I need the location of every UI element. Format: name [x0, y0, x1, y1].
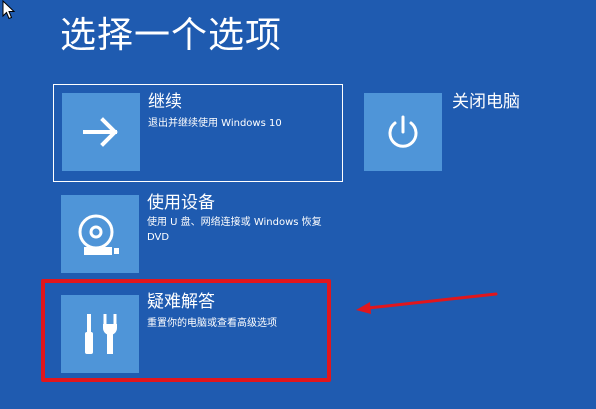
- tools-icon: [85, 314, 117, 354]
- page-title: 选择一个选项: [60, 15, 283, 56]
- shutdown-option-title: 关闭电脑: [452, 92, 520, 112]
- continue-option[interactable]: 继续 退出并继续使用 Windows 10: [53, 84, 343, 182]
- use-device-option-description: 使用 U 盘、网络连接或 Windows 恢复 DVD: [147, 217, 322, 243]
- use-device-option[interactable]: 使用设备 使用 U 盘、网络连接或 Windows 恢复 DVD: [53, 187, 343, 275]
- use-device-option-icon-box: [61, 195, 139, 273]
- use-device-option-title: 使用设备: [147, 193, 215, 213]
- disc-drive-icon: [78, 214, 119, 255]
- troubleshoot-option[interactable]: 疑难解答 重置你的电脑或查看高级选项: [53, 287, 323, 375]
- continue-option-icon-box: [62, 93, 140, 171]
- continue-option-title: 继续: [148, 92, 182, 112]
- shutdown-option-icon-box: [364, 93, 442, 171]
- continue-option-description: 退出并继续使用 Windows 10: [148, 118, 282, 129]
- mouse-cursor-icon: [2, 0, 16, 20]
- power-icon: [388, 115, 418, 148]
- troubleshoot-option-icon-box: [61, 295, 139, 373]
- troubleshoot-option-description: 重置你的电脑或查看高级选项: [147, 318, 277, 329]
- troubleshoot-option-title: 疑难解答: [147, 292, 215, 312]
- shutdown-option[interactable]: 关闭电脑: [362, 84, 562, 180]
- arrow-right-icon: [83, 117, 118, 147]
